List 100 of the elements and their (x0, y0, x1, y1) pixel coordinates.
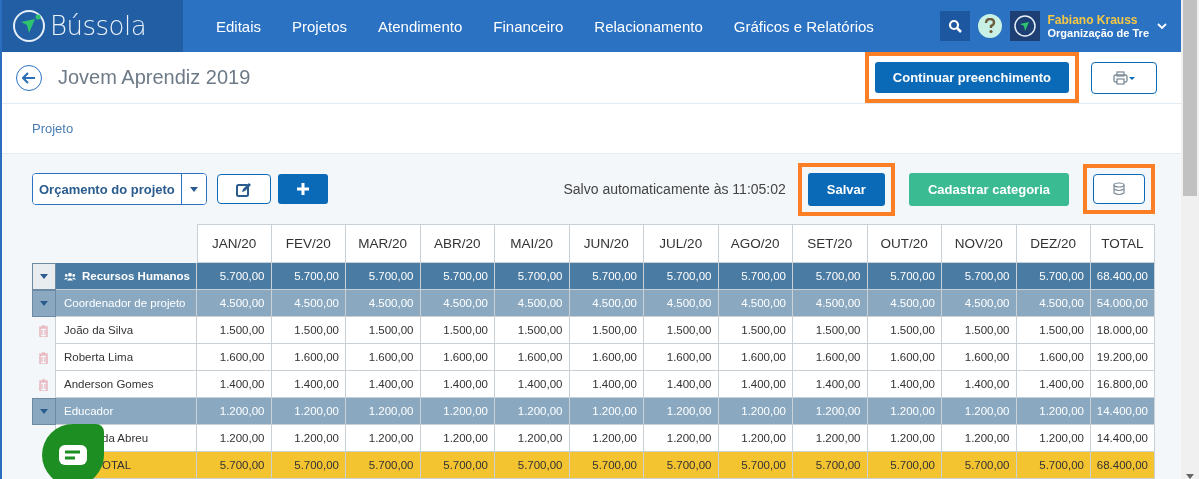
table-cell: 1.500,00 (867, 317, 942, 344)
table-cell: 1.200,00 (867, 425, 942, 452)
table-cell: 1.200,00 (1016, 425, 1091, 452)
app-logo-text: Bússola (50, 11, 147, 41)
column-header: JUL/20 (644, 224, 719, 263)
people-icon (64, 270, 76, 282)
table-cell: 1.200,00 (271, 425, 346, 452)
table-cell: 1.200,00 (1016, 398, 1091, 425)
edit-button[interactable] (216, 174, 271, 204)
table-cell: 1.400,00 (271, 371, 346, 398)
table-cell: 4.500,00 (271, 290, 346, 317)
search-icon[interactable] (939, 11, 970, 41)
collapse-toggle[interactable] (32, 398, 56, 425)
table-cell: 5.700,00 (346, 452, 421, 479)
column-header: JUN/20 (569, 224, 644, 263)
table-cell: 4.500,00 (942, 290, 1017, 317)
table-cell: 4.500,00 (793, 290, 868, 317)
column-header: AGO/20 (718, 224, 793, 263)
table-cell: 5.700,00 (718, 452, 793, 479)
table-cell: 1.200,00 (718, 425, 793, 452)
table-cell: 5.700,00 (867, 263, 942, 290)
table-cell: 1.200,00 (495, 398, 570, 425)
collapse-toggle[interactable] (32, 263, 56, 290)
continue-button[interactable]: Continuar preenchimento (874, 62, 1069, 93)
chevron-down-icon[interactable] (1157, 22, 1167, 30)
table-cell: 5.700,00 (346, 263, 421, 290)
table-cell: 5.700,00 (793, 452, 868, 479)
column-header: DEZ/20 (1016, 224, 1091, 263)
table-cell: 1.500,00 (644, 317, 719, 344)
caret-icon (40, 274, 48, 279)
back-button[interactable] (16, 64, 42, 91)
table-cell: 1.500,00 (718, 317, 793, 344)
column-header: TOTAL (1091, 224, 1155, 263)
table-cell: 5.700,00 (197, 263, 272, 290)
table-cell: 5.700,00 (271, 263, 346, 290)
nav-link[interactable]: Atendimento (378, 17, 463, 35)
category-name: Educador (64, 405, 114, 417)
add-button[interactable] (277, 174, 328, 204)
category-name: Recursos Humanos (82, 270, 190, 282)
user-name: Fabiano Krauss (1047, 13, 1139, 27)
user-organization: Organização de Tre (1047, 27, 1149, 39)
table-cell: 4.500,00 (197, 290, 272, 317)
table-cell: 1.400,00 (197, 371, 272, 398)
table-cell: 1.200,00 (420, 425, 495, 452)
chat-icon (58, 444, 88, 466)
table-cell: 5.700,00 (569, 263, 644, 290)
table-cell: 1.600,00 (793, 344, 868, 371)
table-cell: 1.400,00 (346, 371, 421, 398)
category-name: Coordenador de projeto (64, 297, 186, 309)
table-cell: 1.200,00 (718, 398, 793, 425)
table-cell: 1.200,00 (793, 398, 868, 425)
tab[interactable]: Projeto (32, 117, 74, 140)
table-cell: 1.400,00 (1016, 371, 1091, 398)
table-cell: 1.600,00 (271, 344, 346, 371)
edit-icon (235, 181, 252, 197)
help-icon[interactable] (977, 14, 1002, 38)
column-header: SET/20 (793, 224, 868, 263)
table-cell: 5.700,00 (271, 452, 346, 479)
budget-dropdown[interactable]: Orçamento do projeto (32, 173, 207, 205)
column-header: ABR/20 (420, 224, 495, 263)
table-cell: 1.200,00 (271, 398, 346, 425)
table-cell: 14.400,00 (1091, 425, 1155, 452)
table-cell: 1.600,00 (644, 344, 719, 371)
table-cell: 1.600,00 (346, 344, 421, 371)
database-icon (1113, 182, 1125, 196)
table-cell: 4.500,00 (644, 290, 719, 317)
table-cell: 1.400,00 (867, 371, 942, 398)
table-cell: 4.500,00 (420, 290, 495, 317)
table-cell: 14.400,00 (1091, 398, 1155, 425)
nav-link[interactable]: Relacionamento (594, 17, 703, 35)
table-cell: 1.200,00 (793, 425, 868, 452)
table-cell: 1.200,00 (346, 398, 421, 425)
caret-icon (189, 186, 198, 192)
nav-link[interactable]: Financeiro (493, 17, 564, 35)
table-cell: 1.600,00 (718, 344, 793, 371)
table-cell: 5.700,00 (942, 452, 1017, 479)
database-button[interactable] (1093, 174, 1145, 204)
table-cell: 1.200,00 (569, 398, 644, 425)
table-cell: 5.700,00 (420, 452, 495, 479)
table-cell: 1.200,00 (197, 398, 272, 425)
save-button[interactable]: Salvar (807, 172, 885, 206)
scroll-down-icon[interactable] (1186, 474, 1194, 479)
table-cell: 68.400,00 (1091, 452, 1155, 479)
table-cell: 4.500,00 (346, 290, 421, 317)
table-cell: 1.500,00 (420, 317, 495, 344)
table-cell: 5.700,00 (569, 452, 644, 479)
column-header: JAN/20 (197, 224, 272, 263)
nav-link[interactable]: Editais (216, 17, 262, 35)
collapse-toggle[interactable] (32, 290, 56, 317)
table-cell: 4.500,00 (718, 290, 793, 317)
column-header: FEV/20 (271, 224, 346, 263)
scrollbar-thumb[interactable] (1183, 0, 1197, 196)
table-cell: 5.700,00 (1016, 452, 1091, 479)
nav-link[interactable]: Gráficos e Relatórios (733, 17, 874, 35)
print-button[interactable] (1091, 61, 1157, 94)
avatar-icon[interactable] (1009, 11, 1040, 41)
nav-link[interactable]: Projetos (292, 17, 348, 35)
table-cell: 1.500,00 (346, 317, 421, 344)
table-cell: 5.700,00 (644, 263, 719, 290)
table-cell: 68.400,00 (1091, 263, 1155, 290)
